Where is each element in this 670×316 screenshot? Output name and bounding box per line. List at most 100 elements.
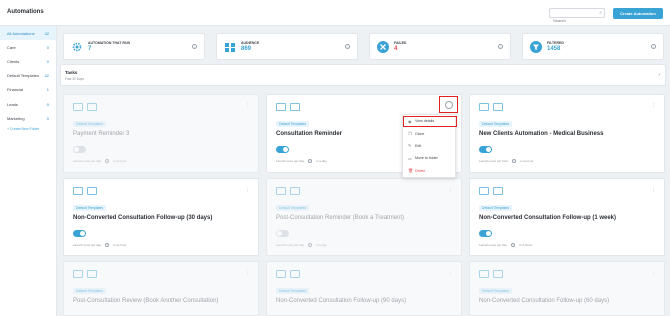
card-name: Consultation Reminder — [276, 131, 343, 137]
card-tag: Default Templates — [276, 288, 310, 294]
email-icon — [87, 270, 97, 278]
create-automation-button[interactable]: Create Automation — [613, 8, 663, 19]
card-name: Post-Consultation Review (Book Another C… — [73, 298, 219, 304]
stat-value: 7 — [88, 46, 92, 52]
card-meta: Launch once per day in an hour — [73, 159, 126, 163]
calendar-icon — [276, 103, 286, 111]
card-toggle[interactable] — [73, 230, 86, 237]
next-run: in 3 hours — [519, 243, 533, 247]
launch-frequency: Launch once per day — [73, 243, 102, 247]
automation-card[interactable]: ⋮ Default Templates Non-Converted Consul… — [63, 178, 259, 256]
info-icon[interactable]: i — [192, 44, 197, 49]
sidebar-item-all-automations[interactable]: All Automations 42 — [0, 26, 56, 41]
launch-frequency: Launch once per day — [479, 243, 508, 247]
email-icon — [290, 270, 300, 278]
next-run: in a day — [316, 159, 327, 163]
search-input[interactable] — [550, 16, 594, 25]
page-title: Automations — [7, 9, 44, 15]
menu-edit[interactable]: ✎ Edit — [403, 140, 455, 152]
card-tag: Default Templates — [479, 121, 513, 127]
clock-icon — [308, 159, 313, 163]
automation-card[interactable]: ⋮ Default Templates Payment Reminder 3 L… — [63, 94, 259, 173]
card-name: Non-Converted Consultation Follow-up (90… — [276, 298, 407, 304]
automation-card[interactable]: ⋮ Default Templates Non-Converted Consul… — [469, 178, 665, 256]
more-options-icon[interactable]: ⋮ — [245, 270, 250, 276]
email-icon — [87, 103, 97, 111]
menu-item-label: Clone — [415, 131, 425, 136]
card-tag: Default Templates — [73, 121, 107, 127]
card-toggle[interactable] — [276, 230, 289, 237]
sidebar-item-leads[interactable]: Leads 0 — [0, 97, 56, 111]
menu-move-to-folder[interactable]: ▭ Move to folder — [403, 152, 455, 164]
sidebar-item-financial[interactable]: Financial 1 — [0, 83, 56, 97]
calendar-icon — [276, 270, 286, 278]
card-toggle[interactable] — [276, 146, 289, 153]
card-icons — [276, 187, 300, 195]
card-name: Non-Converted Consultation Follow-up (60… — [479, 298, 610, 304]
card-tag: Default Templates — [479, 205, 513, 211]
card-toggle[interactable] — [73, 146, 86, 153]
sidebar-item-marketing[interactable]: Marketing 0 — [0, 111, 56, 125]
folder-icon: ▭ — [408, 155, 412, 161]
info-icon[interactable]: i — [651, 44, 656, 49]
launch-frequency: Launch once per day — [276, 243, 305, 247]
stat-label: FAILED — [394, 41, 407, 45]
more-options-icon[interactable]: ⋮ — [448, 270, 453, 276]
automation-card[interactable]: ⋮ Default Templates New Clients Automati… — [469, 94, 665, 173]
card-tag: Default Templates — [73, 205, 107, 211]
more-options-icon[interactable]: ⋮ — [651, 103, 656, 109]
more-options-icon[interactable]: ⋮ — [651, 270, 656, 276]
card-meta: Launch once per day in a day — [276, 243, 327, 247]
more-options-icon[interactable]: ⋮ — [245, 103, 250, 109]
clock-icon — [105, 243, 110, 247]
search-box[interactable]: ⌕ — [549, 8, 605, 25]
sidebar-item-label: Clients — [7, 58, 20, 64]
audience-icon — [225, 43, 235, 52]
stat-label: AUTOMATION THAT RUN — [88, 41, 130, 45]
automation-card[interactable]: ⋮ Default Templates Non-Converted Consul… — [266, 261, 462, 316]
more-options-icon[interactable]: ⋮ — [245, 187, 250, 193]
card-tag: Default Templates — [73, 288, 107, 294]
card-meta: Launch once per hour in an hour — [479, 159, 534, 163]
card-toggle[interactable] — [479, 146, 492, 153]
chevron-right-icon[interactable]: › — [658, 72, 660, 78]
user-icon — [479, 103, 489, 111]
card-toggle[interactable] — [479, 230, 492, 237]
filter-icon — [530, 41, 542, 53]
automation-card[interactable]: ⋮ Default Templates Post-Consultation Re… — [266, 178, 462, 256]
email-icon — [493, 103, 503, 111]
stat-value: 869 — [241, 46, 252, 52]
automation-card[interactable]: ⋮ Default Templates Post-Consultation Re… — [63, 261, 259, 316]
highlight-kebab — [439, 96, 458, 113]
tasks-subtitle: Past 30 Days — [65, 77, 84, 81]
sidebar-item-default-templates[interactable]: Default Templates 42 — [0, 69, 56, 83]
sidebar-item-count: 0 — [46, 58, 49, 64]
card-icons — [73, 103, 97, 111]
card-icons — [276, 103, 300, 111]
sidebar-item-clients[interactable]: Clients 0 — [0, 54, 56, 68]
sidebar-item-label: Care — [7, 44, 16, 50]
more-options-icon[interactable]: ⋮ — [651, 187, 656, 193]
card-icons — [479, 103, 503, 111]
tasks-panel[interactable]: Tasks Past 30 Days › — [60, 64, 666, 86]
info-icon[interactable]: i — [498, 44, 503, 49]
sidebar-item-count: 1 — [46, 87, 49, 93]
calendar-icon — [276, 187, 286, 195]
menu-clone[interactable]: ❐ Clone — [403, 127, 455, 139]
stat-filtered: FILTERED 1458 i — [522, 33, 664, 60]
sidebar-item-care[interactable]: Care 0 — [0, 40, 56, 54]
stat-failed: FAILED 4 i — [369, 33, 511, 60]
create-folder-link[interactable]: + Create New Folder — [0, 127, 56, 131]
card-name: New Clients Automation - Medical Busines… — [479, 131, 604, 137]
sidebar-item-label: Financial — [7, 87, 24, 93]
calendar-icon — [73, 270, 83, 278]
card-name: Non-Converted Consultation Follow-up (1 … — [479, 215, 616, 221]
top-bar: Automations ⌕ Create Automation — [0, 0, 670, 26]
card-icons — [276, 270, 300, 278]
info-icon[interactable]: i — [345, 44, 350, 49]
menu-delete[interactable]: 🗑 Delete — [403, 165, 455, 177]
automation-card[interactable]: ⋮ Default Templates Non-Converted Consul… — [469, 261, 665, 316]
more-options-icon[interactable]: ⋮ — [448, 187, 453, 193]
clock-icon — [512, 159, 517, 163]
sidebar: All Automations 42 Care 0 Clients 0 Defa… — [0, 26, 57, 316]
